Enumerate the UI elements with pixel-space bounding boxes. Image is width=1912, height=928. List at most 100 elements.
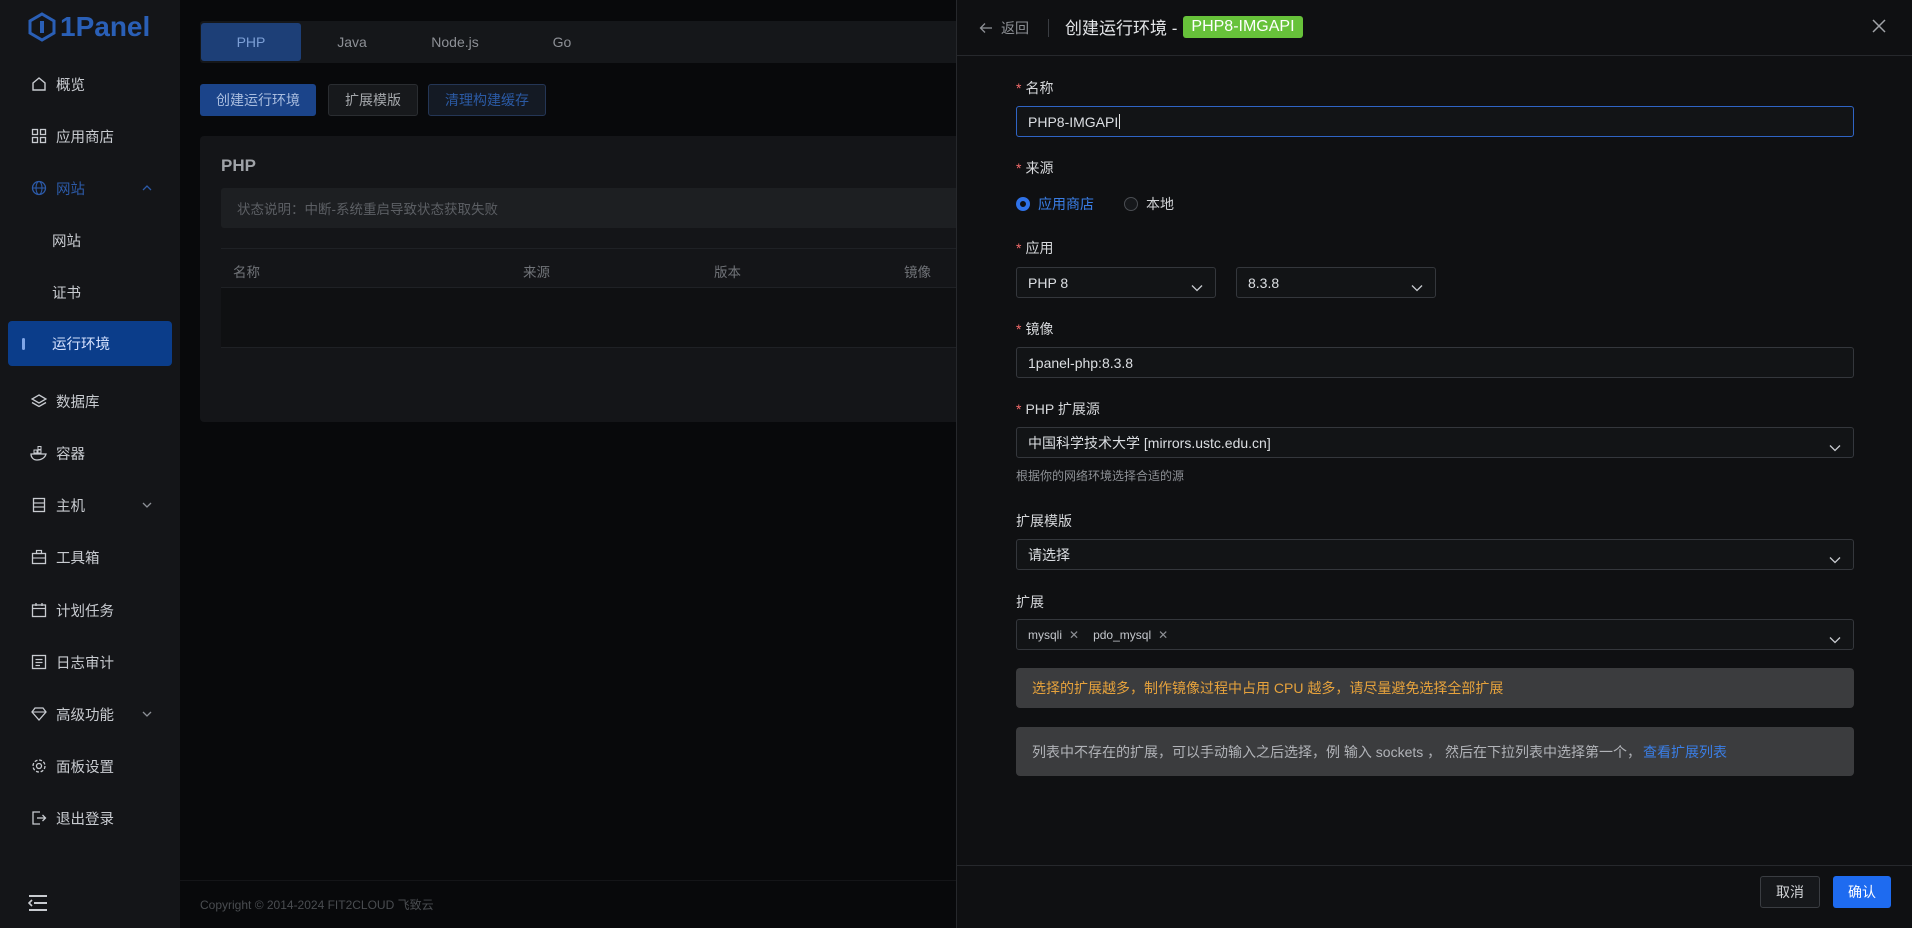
sidebar-item-database[interactable]: 数据库 (8, 379, 172, 423)
sidebar-item-label: 数据库 (56, 394, 100, 411)
app-select[interactable]: PHP 8 (1016, 267, 1216, 298)
sidebar-item-log-audit[interactable]: 日志审计 (8, 640, 172, 684)
card-title: PHP (221, 156, 256, 175)
text-cursor (1119, 114, 1121, 129)
select-value: 中国科学技术大学 [mirrors.ustc.edu.cn] (1028, 434, 1271, 451)
extensions-select[interactable]: mysqli ✕ pdo_mysql ✕ (1016, 619, 1854, 650)
back-button[interactable]: 返回 (979, 18, 1029, 38)
warning-text: 选择的扩展越多，制作镜像过程中占用 CPU 越多，请尽量避免选择全部扩展 (1032, 680, 1504, 696)
name-input[interactable]: PHP8-IMGAPI (1016, 106, 1854, 137)
chevron-down-icon (1829, 439, 1841, 455)
chip-label: pdo_mysql (1093, 627, 1152, 642)
label-text: 镜像 (1025, 321, 1054, 337)
server-icon (30, 496, 48, 514)
logo[interactable]: 1Panel (28, 10, 150, 44)
source-radio-local[interactable]: 本地 (1124, 194, 1174, 214)
drawer-header: 返回 创建运行环境 - PHP8-IMGAPI (957, 0, 1912, 56)
source-label: * 来源 (1016, 160, 1054, 176)
extension-warning: 选择的扩展越多，制作镜像过程中占用 CPU 越多，请尽量避免选择全部扩展 (1016, 668, 1854, 708)
cancel-button[interactable]: 取消 (1760, 876, 1820, 908)
sidebar-item-label: 主机 (56, 498, 85, 515)
clear-build-cache-button[interactable]: 清理构建缓存 (428, 84, 546, 116)
remove-chip-icon[interactable]: ✕ (1069, 628, 1079, 642)
radio-label: 本地 (1146, 196, 1174, 212)
sidebar-item-website-group[interactable]: 网站 (8, 166, 172, 210)
template-label: 扩展模版 (1016, 511, 1072, 531)
column-header: 名称 (233, 265, 260, 280)
copyright: Copyright © 2014-2024 FIT2CLOUD 飞致云 (200, 898, 434, 912)
sidebar-item-label: 高级功能 (56, 707, 114, 724)
view-extension-list-link[interactable]: 查看扩展列表 (1643, 742, 1727, 762)
sidebar-item-label: 计划任务 (56, 603, 114, 620)
remove-chip-icon[interactable]: ✕ (1158, 628, 1168, 642)
tab-php[interactable]: PHP (201, 23, 301, 61)
create-runtime-button[interactable]: 创建运行环境 (200, 84, 316, 116)
extension-template-button[interactable]: 扩展模版 (328, 84, 418, 116)
sidebar-item-overview[interactable]: 概览 (8, 62, 172, 106)
sidebar-item-runtime[interactable]: 运行环境 (8, 321, 172, 366)
version-select[interactable]: 8.3.8 (1236, 267, 1436, 298)
tab-go[interactable]: Go (512, 23, 612, 61)
confirm-button[interactable]: 确认 (1833, 876, 1891, 908)
label-text: 应用 (1025, 240, 1054, 256)
sidebar-item-host[interactable]: 主机 (8, 483, 172, 527)
tab-java[interactable]: Java (302, 23, 402, 61)
label-text: 扩展 (1016, 594, 1044, 610)
table-body (221, 288, 1000, 348)
tab-nodejs[interactable]: Node.js (400, 23, 510, 61)
close-icon[interactable] (1871, 18, 1887, 37)
sidebar-item-container[interactable]: 容器 (8, 431, 172, 475)
label-text: PHP 扩展源 (1025, 401, 1100, 417)
calendar-icon (30, 601, 48, 619)
button-label: 创建运行环境 (216, 92, 300, 108)
runtime-name-tag: PHP8-IMGAPI (1183, 15, 1303, 38)
sidebar-item-label: 网站 (56, 181, 85, 198)
sidebar-item-settings[interactable]: 面板设置 (8, 744, 172, 788)
layers-icon (30, 392, 48, 410)
sidebar-item-advanced[interactable]: 高级功能 (8, 692, 172, 736)
sidebar-item-cron[interactable]: 计划任务 (8, 588, 172, 632)
runtime-card: PHP 状态说明：中断-系统重启导致状态获取失败 名称 来源 版本 镜像 (200, 136, 1000, 422)
runtime-tabs: PHP Java Node.js Go (200, 21, 1000, 63)
source-radio-app-store[interactable]: 应用商店 (1016, 194, 1094, 214)
tab-label: PHP (236, 34, 266, 50)
sidebar-item-certificate[interactable]: 证书 (8, 270, 172, 314)
sidebar-item-toolbox[interactable]: 工具箱 (8, 535, 172, 579)
back-label: 返回 (1001, 20, 1029, 36)
diamond-icon (30, 705, 48, 723)
extension-info: 列表中不存在的扩展，可以手动输入之后选择，例 输入 sockets ， 然后在下… (1016, 727, 1854, 776)
sidebar-item-website[interactable]: 网站 (8, 218, 172, 262)
docker-icon (30, 444, 48, 462)
sidebar-item-label: 容器 (56, 446, 85, 463)
grid-icon (30, 127, 48, 145)
table-header: 名称 来源 版本 镜像 (221, 248, 1000, 288)
button-label: 确认 (1848, 884, 1876, 900)
tab-label: Node.js (431, 34, 479, 50)
chevron-down-icon (1411, 279, 1423, 295)
extension-chip-pdo-mysql: pdo_mysql ✕ (1093, 628, 1168, 642)
toolbox-icon (30, 548, 48, 566)
sidebar-item-app-store[interactable]: 应用商店 (8, 114, 172, 158)
log-icon (30, 653, 48, 671)
sidebar-item-logout[interactable]: 退出登录 (8, 796, 172, 840)
radio-label: 应用商店 (1038, 196, 1094, 212)
select-placeholder: 请选择 (1028, 546, 1070, 563)
chip-label: mysqli (1028, 627, 1063, 642)
globe-icon (30, 179, 48, 197)
template-select[interactable]: 请选择 (1016, 539, 1854, 570)
image-input[interactable]: 1panel-php:8.3.8 (1016, 347, 1854, 378)
footer-divider (180, 880, 980, 881)
input-value: PHP8-IMGAPI (1028, 113, 1119, 130)
extensions-label: 扩展 (1016, 592, 1044, 612)
status-alert: 状态说明：中断-系统重启导致状态获取失败 (221, 188, 1000, 228)
menu-collapse-icon[interactable] (27, 894, 48, 915)
create-runtime-drawer: 返回 创建运行环境 - PHP8-IMGAPI * 名称 PHP8-IMGAPI … (956, 0, 1912, 928)
select-value: PHP 8 (1028, 274, 1069, 291)
ext-source-select[interactable]: 中国科学技术大学 [mirrors.ustc.edu.cn] (1016, 427, 1854, 458)
image-label: * 镜像 (1016, 321, 1054, 337)
sidebar-item-label: 概览 (56, 77, 85, 94)
ext-source-hint: 根据你的网络环境选择合适的源 (1016, 469, 1185, 483)
name-label: * 名称 (1016, 80, 1054, 96)
label-text: 来源 (1025, 160, 1054, 176)
logo-text: 1Panel (60, 11, 151, 42)
